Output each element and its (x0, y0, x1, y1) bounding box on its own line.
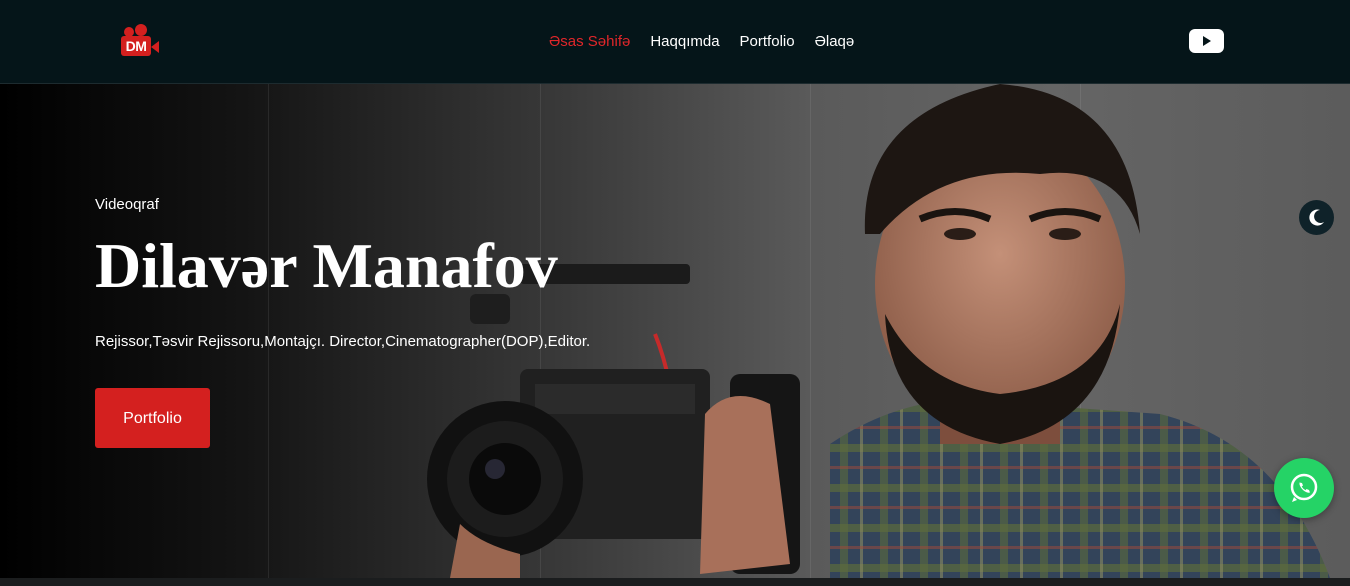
logo-lens-shape (151, 41, 159, 53)
site-logo[interactable]: DM (119, 22, 163, 62)
section-divider (0, 578, 1350, 586)
main-nav: Əsas Səhifə Haqqımda Portfolio Əlaqə (549, 33, 854, 51)
play-icon (1203, 36, 1211, 46)
nav-link-about[interactable]: Haqqımda (650, 33, 719, 51)
hero-photo-videographer (427, 84, 1330, 578)
logo-text: DM (121, 36, 151, 56)
youtube-icon[interactable] (1189, 29, 1224, 53)
nav-link-home[interactable]: Əsas Səhifə (549, 33, 630, 51)
hero-eyebrow: Videoqraf (95, 196, 159, 213)
whatsapp-chat-button[interactable] (1274, 458, 1334, 518)
nav-link-contact[interactable]: Əlaqə (815, 33, 855, 51)
logo-reel-shape (135, 24, 147, 36)
hero-section: Videoqraf Dilavər Manafov Rejissor,Təsvi… (0, 84, 1350, 578)
portfolio-button[interactable]: Portfolio (95, 388, 210, 448)
whatsapp-icon (1290, 473, 1318, 502)
dark-mode-toggle[interactable] (1299, 200, 1334, 235)
hero-title: Dilavər Manafov (95, 230, 558, 301)
hero-subtitle: Rejissor,Təsvir Rejissoru,Montajçı. Dire… (95, 333, 591, 350)
top-navbar: DM Əsas Səhifə Haqqımda Portfolio Əlaqə (0, 0, 1350, 84)
nav-link-portfolio[interactable]: Portfolio (740, 33, 795, 51)
grid-divider (268, 84, 269, 578)
moon-icon (1309, 209, 1324, 226)
